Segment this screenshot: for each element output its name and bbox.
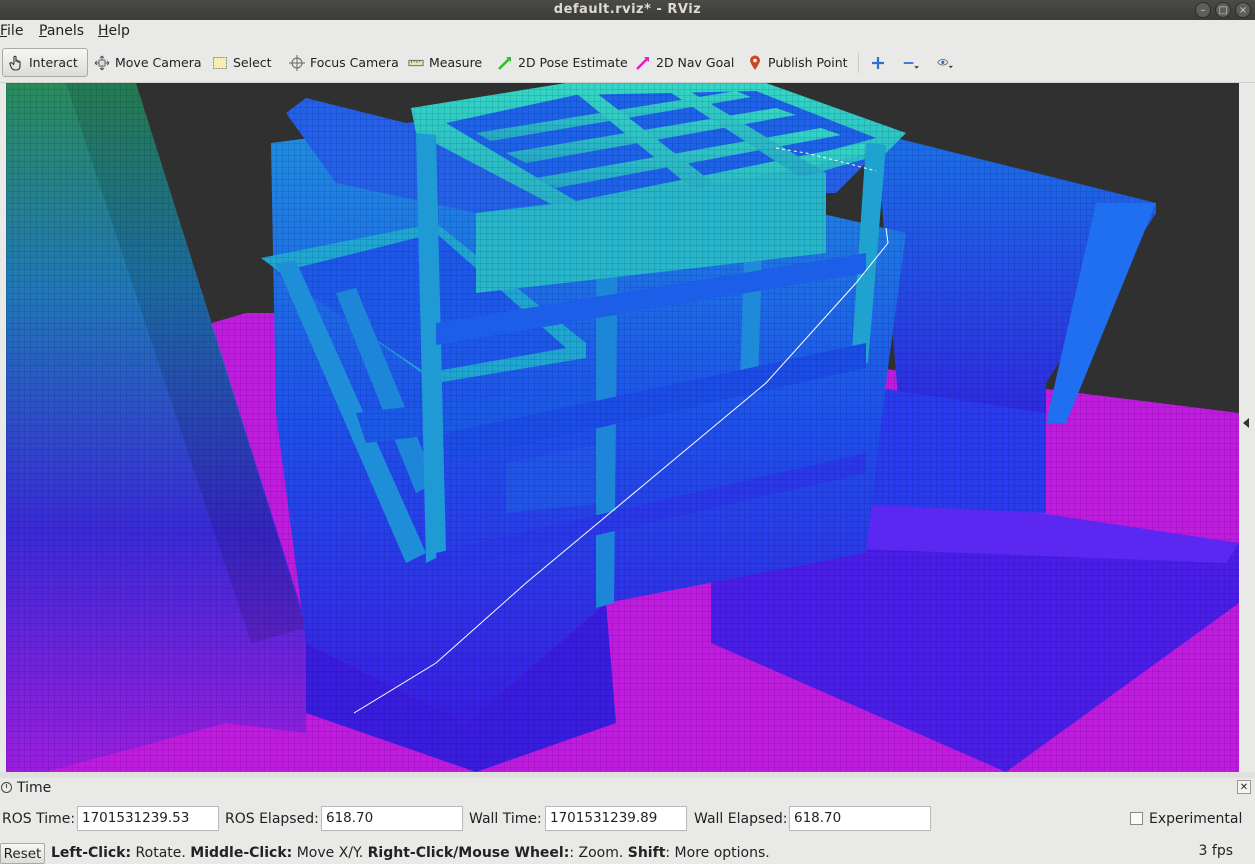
publish-point-tool-button[interactable]: Publish Point [742,48,853,77]
hint-right-click-text: : Zoom. [569,845,628,861]
focus-camera-tool-label: Focus Camera [310,55,399,70]
eye-icon [937,55,953,71]
hint-middle-click: Middle-Click: [190,845,293,861]
hint-shift-text: : More options. [665,845,770,861]
interact-tool-button[interactable]: Interact [2,48,88,77]
time-panel-title: Time [17,780,52,796]
measure-tool-button[interactable]: Measure [403,48,487,77]
close-button[interactable]: × [1235,2,1251,18]
maximize-button[interactable]: □ [1215,2,1231,18]
tools-toolbar: Interact Move Camera Select Focus Camera… [0,43,1255,83]
voxel-scene [6,83,1239,772]
clock-icon [1,782,12,793]
right-dock-handle[interactable] [1240,83,1255,772]
measure-tool-label: Measure [429,55,483,70]
ros-elapsed-label: ROS Elapsed: [225,811,319,827]
experimental-checkbox[interactable] [1130,812,1143,825]
time-panel-close-button[interactable]: ✕ [1237,780,1251,794]
visibility-tool-button[interactable] [932,48,962,77]
selection-box-icon [212,55,228,71]
experimental-label: Experimental [1149,811,1243,827]
pose-estimate-tool-button[interactable]: 2D Pose Estimate [492,48,633,77]
nav-goal-tool-button[interactable]: 2D Nav Goal [630,48,739,77]
move-camera-tool-button[interactable]: Move Camera [89,48,207,77]
ros-elapsed-field[interactable]: 618.70 [321,806,463,831]
wall-elapsed-label: Wall Elapsed: [694,811,788,827]
menu-file[interactable]: File [0,23,23,39]
collapse-arrow-icon [1243,418,1249,428]
select-tool-button[interactable]: Select [207,48,277,77]
focus-camera-tool-button[interactable]: Focus Camera [284,48,404,77]
minus-icon [903,55,919,71]
ros-time-label: ROS Time: [2,811,76,827]
toolbar-separator [858,53,859,73]
hint-right-click: Right-Click/Mouse Wheel: [367,845,570,861]
magenta-arrow-icon [635,55,651,71]
status-bar: Reset Left-Click: Rotate. Middle-Click: … [0,841,1255,864]
reset-button[interactable]: Reset [0,843,45,864]
green-arrow-icon [497,55,513,71]
menu-bar: File Panels Help [0,20,1255,43]
publish-point-tool-label: Publish Point [768,55,848,70]
time-panel-header: Time ✕ [0,778,1255,798]
wall-time-label: Wall Time: [469,811,542,827]
crosshair-icon [289,54,305,71]
move-camera-tool-label: Move Camera [115,55,202,70]
add-tool-button[interactable] [866,48,892,77]
plus-icon [871,55,885,71]
wall-elapsed-field[interactable]: 618.70 [789,806,931,831]
fps-counter: 3 fps [1198,843,1233,859]
hint-shift: Shift [627,845,666,861]
move-arrows-icon [94,55,110,71]
nav-goal-tool-label: 2D Nav Goal [656,55,735,70]
minimize-button[interactable]: – [1195,2,1211,18]
hint-middle-click-text: Move X/Y. [292,845,368,861]
map-pin-icon [747,55,763,71]
remove-tool-button[interactable] [898,48,928,77]
menu-help[interactable]: Help [98,23,130,39]
hint-left-click-text: Rotate. [131,845,191,861]
window-titlebar: default.rviz* - RViz – □ × [0,0,1255,20]
menu-panels[interactable]: Panels [39,23,84,39]
hint-left-click: Left-Click: [51,845,132,861]
time-panel: Time ✕ ROS Time: 1701531239.53 ROS Elaps… [0,778,1255,840]
interact-tool-label: Interact [29,55,78,70]
render-viewport[interactable] [6,83,1239,772]
pose-estimate-tool-label: 2D Pose Estimate [518,55,628,70]
hand-pointer-icon [8,55,24,71]
ros-time-field[interactable]: 1701531239.53 [77,806,219,831]
select-tool-label: Select [233,55,272,70]
window-title: default.rviz* - RViz [553,2,702,17]
wall-time-field[interactable]: 1701531239.89 [545,806,687,831]
ruler-icon [408,55,424,71]
mouse-hint-text: Left-Click: Rotate. Middle-Click: Move X… [51,845,770,861]
